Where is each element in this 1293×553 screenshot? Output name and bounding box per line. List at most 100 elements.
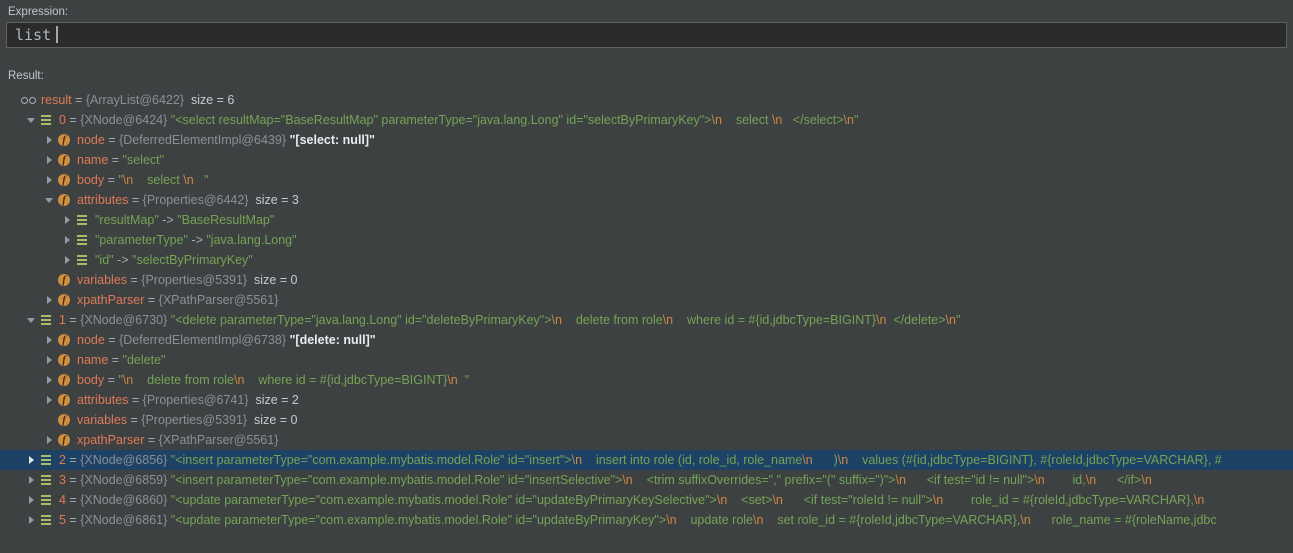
row-text: name = "delete" (77, 353, 165, 367)
row-part: {DeferredElementImpl@6439} (119, 133, 287, 147)
row-part: -> (187, 233, 207, 247)
row-part: {XNode@6859} (80, 473, 168, 487)
expand-arrow-icon[interactable] (42, 130, 56, 150)
row-part: " (193, 173, 209, 187)
row-part: where id = #{id,jdbcType=BIGINT} (244, 373, 448, 387)
row-part: = (65, 453, 81, 467)
tree-row[interactable]: name = "select" (0, 150, 1293, 170)
expand-arrow-icon[interactable] (24, 490, 38, 510)
tree-row[interactable]: 4 = {XNode@6860} "<update parameterType=… (0, 490, 1293, 510)
row-part: = (104, 333, 120, 347)
tree-row[interactable]: result = {ArrayList@6422} size = 6 (0, 90, 1293, 110)
row-part: set role_id = #{roleId,jdbcType=VARCHAR}… (763, 513, 1021, 527)
row-part: = (108, 353, 123, 367)
tree-row[interactable]: variables = {Properties@5391} size = 0 (0, 410, 1293, 430)
row-text: variables = {Properties@5391} size = 0 (77, 273, 297, 287)
tree-row[interactable]: xpathParser = {XPathParser@5561} (0, 430, 1293, 450)
row-part: \n (1085, 473, 1097, 487)
row-part: 5 (59, 513, 66, 527)
collapse-arrow-icon[interactable] (24, 110, 38, 130)
expand-arrow-icon[interactable] (42, 290, 56, 310)
tree-row[interactable]: 0 = {XNode@6424} "<select resultMap="Bas… (0, 110, 1293, 130)
tree-row[interactable]: body = "\n select \n " (0, 170, 1293, 190)
row-part: attributes (77, 193, 129, 207)
row-part: = (65, 493, 81, 507)
row-text: body = "\n delete from role\n where id =… (77, 373, 469, 387)
row-part: \n (895, 473, 906, 487)
row-part: \n (233, 373, 245, 387)
row-part: xpathParser (77, 293, 145, 307)
expand-arrow-icon[interactable] (42, 330, 56, 350)
tree-row[interactable]: "parameterType" -> "java.lang.Long" (0, 230, 1293, 250)
row-text: attributes = {Properties@6741} size = 2 (77, 393, 299, 407)
expand-arrow-icon[interactable] (60, 250, 74, 270)
expand-arrow-icon[interactable] (42, 150, 56, 170)
field-icon (56, 170, 72, 190)
tree-row[interactable]: 5 = {XNode@6861} "<update parameterType=… (0, 510, 1293, 530)
row-part: = (65, 313, 81, 327)
collapse-arrow-icon[interactable] (24, 310, 38, 330)
row-part: \n (666, 513, 677, 527)
element-icon (38, 510, 54, 530)
row-text: 3 = {XNode@6859} "<insert parameterType=… (59, 473, 1152, 487)
row-part: "delete" (122, 353, 166, 367)
field-icon (56, 430, 72, 450)
field-icon (56, 150, 72, 170)
row-part: {XNode@6861} (80, 513, 168, 527)
row-text: result = {ArrayList@6422} size = 6 (41, 93, 234, 107)
row-text: "parameterType" -> "java.lang.Long" (95, 233, 297, 247)
row-part: " (955, 313, 961, 327)
row-part: "<delete parameterType="java.lang.Long" … (170, 313, 552, 327)
tree-row[interactable]: body = "\n delete from role\n where id =… (0, 370, 1293, 390)
row-part: {Properties@5391} (141, 273, 248, 287)
tree-row[interactable]: node = {DeferredElementImpl@6439} "[sele… (0, 130, 1293, 150)
row-part: name (77, 353, 109, 367)
tree-row[interactable]: 2 = {XNode@6856} "<insert parameterType=… (0, 450, 1293, 470)
expand-arrow-icon[interactable] (42, 370, 56, 390)
expression-input[interactable] (6, 22, 1287, 48)
tree-row[interactable]: name = "delete" (0, 350, 1293, 370)
row-part: = (104, 133, 120, 147)
expand-arrow-icon[interactable] (42, 390, 56, 410)
expand-arrow-icon[interactable] (24, 470, 38, 490)
tree-row[interactable]: attributes = {Properties@6442} size = 3 (0, 190, 1293, 210)
row-part: select (133, 173, 184, 187)
row-part: attributes (77, 393, 129, 407)
row-text: 2 = {XNode@6856} "<insert parameterType=… (59, 453, 1222, 467)
row-text: xpathParser = {XPathParser@5561} (77, 433, 278, 447)
expand-arrow-icon[interactable] (24, 510, 38, 530)
expand-arrow-icon[interactable] (60, 230, 74, 250)
row-part: "<update parameterType="com.example.myba… (170, 493, 717, 507)
tree-row[interactable]: attributes = {Properties@6741} size = 2 (0, 390, 1293, 410)
tree-row[interactable]: "id" -> "selectByPrimaryKey" (0, 250, 1293, 270)
row-part: {Properties@5391} (141, 413, 248, 427)
row-part: <set> (727, 493, 773, 507)
field-icon (56, 270, 72, 290)
result-label: Result: (8, 70, 44, 82)
text-caret (56, 26, 58, 43)
row-part: values (#{id,jdbcType=BIGINT}, #{roleId,… (848, 453, 1222, 467)
row-part: \n (843, 113, 854, 127)
row-part: {XNode@6730} (80, 313, 168, 327)
field-icon (56, 290, 72, 310)
expand-arrow-icon[interactable] (42, 430, 56, 450)
row-part: role_id = #{roleId,jdbcType=VARCHAR}, (943, 493, 1194, 507)
tree-row[interactable]: xpathParser = {XPathParser@5561} (0, 290, 1293, 310)
tree-row[interactable]: variables = {Properties@5391} size = 0 (0, 270, 1293, 290)
row-part: size = 6 (184, 93, 235, 107)
row-part: "BaseResultMap" (177, 213, 275, 227)
tree-row[interactable]: "resultMap" -> "BaseResultMap" (0, 210, 1293, 230)
row-part: size = 0 (247, 413, 298, 427)
row-text: variables = {Properties@5391} size = 0 (77, 413, 297, 427)
row-part: </delete> (886, 313, 946, 327)
expand-arrow-icon[interactable] (24, 450, 38, 470)
expand-arrow-icon[interactable] (42, 170, 56, 190)
collapse-arrow-icon[interactable] (42, 190, 56, 210)
expand-arrow-icon[interactable] (60, 210, 74, 230)
expand-arrow-icon[interactable] (42, 350, 56, 370)
row-part: \n (122, 373, 134, 387)
tree-row[interactable]: 3 = {XNode@6859} "<insert parameterType=… (0, 470, 1293, 490)
tree-row[interactable]: node = {DeferredElementImpl@6738} "[dele… (0, 330, 1293, 350)
row-part: xpathParser (77, 433, 145, 447)
tree-row[interactable]: 1 = {XNode@6730} "<delete parameterType=… (0, 310, 1293, 330)
